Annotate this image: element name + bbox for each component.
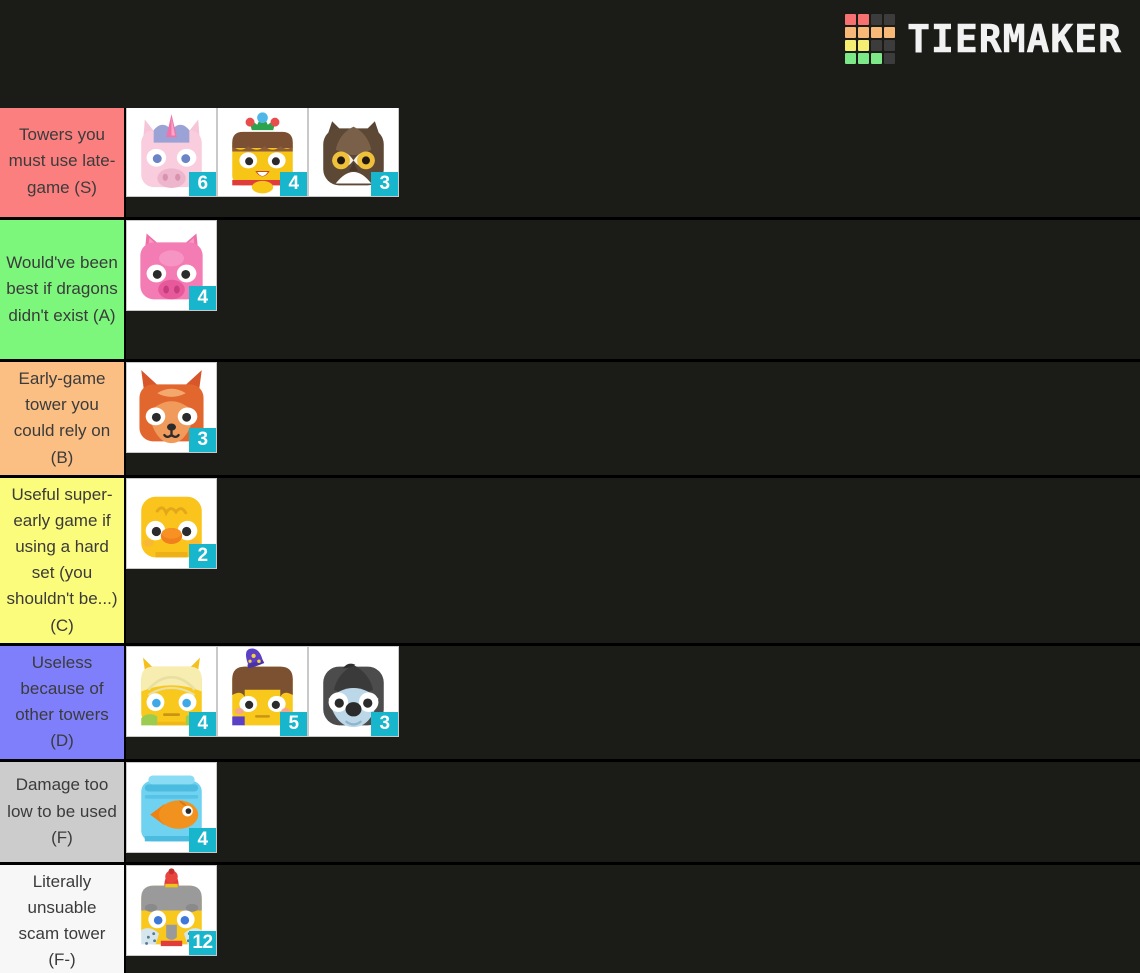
tier-row: Towers you must use late-game (S) 6 4 3 <box>0 106 1140 220</box>
tile-rank-badge: 4 <box>189 711 216 736</box>
tier-items-container[interactable]: 4 <box>126 761 1140 862</box>
logo-cell-r3-c1 <box>858 53 870 64</box>
tier-list: Makes every round possible (S++) 4 Towers… <box>0 0 1140 973</box>
tiermaker-page: TIERMAKER Makes every round possible (S+… <box>0 0 1140 973</box>
tile-rank-badge: 3 <box>371 172 398 196</box>
logo-cell-r3-c2 <box>871 53 883 64</box>
tile-rank-badge: 4 <box>189 827 216 852</box>
unicorn-tower[interactable]: 6 <box>126 106 217 197</box>
tier-row: Early-game tower you could rely on (B) 3 <box>0 362 1140 478</box>
tier-label[interactable]: Damage too low to be used (F) <box>0 761 126 862</box>
logo-cell-r3-c0 <box>845 53 857 64</box>
tile-rank-badge: 3 <box>189 428 216 452</box>
logo-cell-r2-c0 <box>845 40 857 51</box>
tiermaker-logo[interactable]: TIERMAKER <box>845 14 1122 64</box>
fishbowl-tower[interactable]: 4 <box>126 761 217 853</box>
tier-row: Literally unsuable scam tower (F-) 12 <box>0 864 1140 973</box>
tile-rank-badge: 12 <box>189 930 216 955</box>
tier-label[interactable]: Early-game tower you could rely on (B) <box>0 362 126 475</box>
logo-cell-r1-c2 <box>871 27 883 38</box>
tier-row: Damage too low to be used (F) 4 <box>0 761 1140 865</box>
logo-cell-r0-c3 <box>884 14 896 25</box>
logo-cell-r0-c1 <box>858 14 870 25</box>
tile-rank-badge: 4 <box>189 69 216 93</box>
tier-items-container[interactable]: 4 5 3 <box>126 645 1140 759</box>
tier-items-container[interactable]: 12 <box>126 864 1140 973</box>
tier-row: Would've been best if dragons didn't exi… <box>0 220 1140 362</box>
tier-items-container[interactable]: 2 <box>126 477 1140 643</box>
tier-label[interactable]: Useless because of other towers (D) <box>0 645 126 759</box>
penguin-tower[interactable]: 3 <box>308 645 399 737</box>
logo-cell-r1-c1 <box>858 27 870 38</box>
tier-label[interactable]: Useful super-early game if using a hard … <box>0 477 126 643</box>
logo-cell-r2-c3 <box>884 40 896 51</box>
tile-rank-badge: 3 <box>371 711 398 736</box>
tier-row: Useless because of other towers (D) 4 5 … <box>0 645 1140 762</box>
logo-cell-r0-c2 <box>871 14 883 25</box>
logo-cell-r2-c1 <box>858 40 870 51</box>
logo-cell-r1-c3 <box>884 27 896 38</box>
tier-label[interactable]: Literally unsuable scam tower (F-) <box>0 864 126 973</box>
tile-rank-badge: 4 <box>189 286 216 310</box>
tile-rank-badge: 2 <box>189 543 216 568</box>
pig-tower[interactable]: 4 <box>126 220 217 311</box>
crowned-bird-tower[interactable]: 12 <box>126 864 217 956</box>
tier-label[interactable]: Makes every round possible (S++) <box>0 3 126 103</box>
tier-items-container[interactable]: 6 4 3 <box>126 106 1140 217</box>
chick-tower[interactable]: 2 <box>126 477 217 569</box>
tier-items-container[interactable]: 3 <box>126 362 1140 475</box>
squirrel-tower[interactable]: 3 <box>126 362 217 453</box>
owl-tower[interactable]: 3 <box>308 106 399 197</box>
tier-row: Useful super-early game if using a hard … <box>0 477 1140 646</box>
tile-rank-badge: 6 <box>189 172 216 196</box>
logo-cell-r2-c2 <box>871 40 883 51</box>
logo-wordmark: TIERMAKER <box>907 17 1122 61</box>
elf-tower[interactable]: 4 <box>126 645 217 737</box>
tier-label[interactable]: Would've been best if dragons didn't exi… <box>0 220 126 359</box>
logo-grid-icon <box>845 14 896 64</box>
logo-cell-r1-c0 <box>845 27 857 38</box>
cake-king-tower[interactable]: 4 <box>217 106 308 197</box>
tier-label[interactable]: Towers you must use late-game (S) <box>0 106 126 217</box>
tile-rank-badge: 4 <box>280 172 307 196</box>
green-dragon-tower[interactable]: 4 <box>126 3 217 94</box>
tile-rank-badge: 5 <box>280 711 307 736</box>
wizard-tower[interactable]: 5 <box>217 645 308 737</box>
logo-cell-r3-c3 <box>884 53 896 64</box>
tier-items-container[interactable]: 4 <box>126 220 1140 359</box>
logo-cell-r0-c0 <box>845 14 857 25</box>
